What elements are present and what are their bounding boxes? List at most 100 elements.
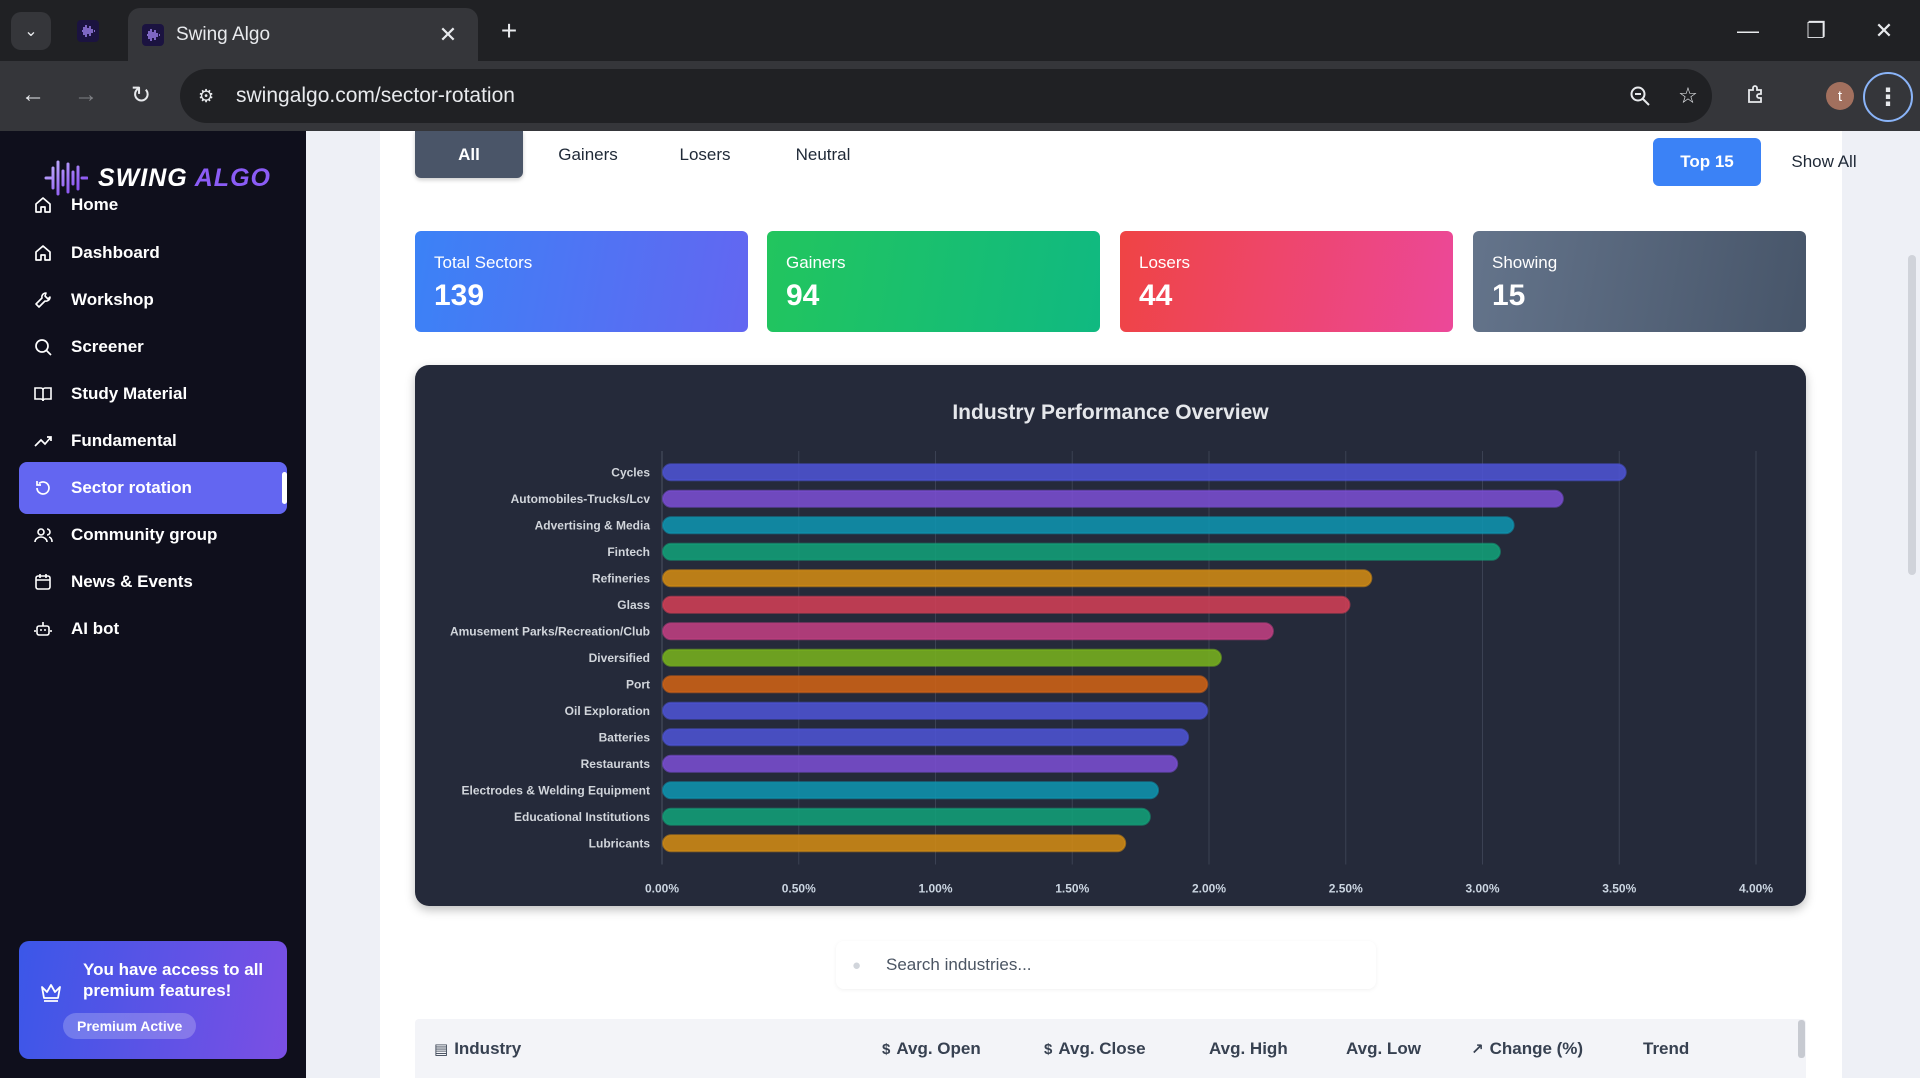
stat-label: Gainers: [786, 253, 846, 272]
column-header-avg-low[interactable]: Avg. Low: [1346, 1039, 1421, 1059]
forward-button[interactable]: →: [66, 75, 106, 115]
sidebar-item-sector-rotation[interactable]: Sector rotation: [19, 462, 287, 514]
category-label: Cycles: [611, 465, 650, 479]
tab-active[interactable]: Swing Algo ✕: [128, 8, 478, 61]
dollar-icon: $: [1044, 1040, 1053, 1058]
sidebar-item-study-material[interactable]: Study Material: [19, 368, 287, 420]
table-header: ▤ Industry $ Avg. Open $ Avg. Close Avg. Hi…: [415, 1019, 1806, 1078]
users-icon: [33, 525, 53, 545]
bar[interactable]: [662, 781, 1160, 800]
stat-card-showing: Showing 15: [1473, 231, 1806, 332]
bar[interactable]: [662, 701, 1209, 720]
filter-tab-gainers[interactable]: Gainers: [530, 131, 646, 178]
sidebar-item-screener[interactable]: Screener: [19, 321, 287, 373]
category-label: Diversified: [589, 651, 650, 665]
dollar-icon: $: [882, 1040, 891, 1058]
premium-text: You have access to all premium features!: [83, 960, 264, 1000]
bar[interactable]: [662, 728, 1190, 747]
column-header-avg-open[interactable]: $ Avg. Open: [882, 1039, 981, 1059]
sidebar-item-label: Dashboard: [71, 243, 160, 262]
sidebar-item-label: Fundamental: [71, 431, 177, 450]
bar[interactable]: [662, 569, 1373, 588]
bar[interactable]: [662, 648, 1222, 667]
page-scrollbar[interactable]: [1908, 255, 1916, 575]
bar[interactable]: [662, 807, 1151, 826]
search-box[interactable]: ●: [836, 941, 1376, 989]
category-label: Glass: [617, 598, 650, 612]
site-settings-icon[interactable]: ⚙: [198, 86, 226, 107]
sidebar-item-home[interactable]: Home: [19, 179, 287, 231]
main-content: All Gainers Losers Neutral Top 15 Show A…: [306, 131, 1920, 1078]
category-label: Educational Institutions: [514, 810, 650, 824]
search-input[interactable]: [886, 955, 1366, 975]
new-tab-button[interactable]: +: [492, 14, 526, 48]
stat-value: 44: [1139, 279, 1173, 312]
category-label: Lubricants: [589, 836, 651, 850]
rotate-icon: [33, 478, 53, 498]
x-tick-label: 2.00%: [1192, 882, 1226, 896]
show-all-button[interactable]: Show All: [1774, 138, 1874, 186]
tab-pinned[interactable]: [68, 14, 108, 48]
premium-badge: Premium Active: [63, 1013, 197, 1039]
restore-button[interactable]: ❐: [1782, 0, 1850, 61]
column-header-avg-high[interactable]: Avg. High: [1209, 1039, 1288, 1059]
column-header-change[interactable]: ↗ Change (%): [1471, 1039, 1583, 1059]
tab-search-dropdown[interactable]: ⌄: [11, 12, 51, 50]
filter-tab-losers[interactable]: Losers: [646, 131, 764, 178]
bookmark-star-icon[interactable]: ☆: [1664, 83, 1712, 109]
avatar: t: [1826, 82, 1854, 110]
zoom-icon[interactable]: [1616, 85, 1664, 107]
bar[interactable]: [662, 754, 1179, 773]
reload-button[interactable]: ↻: [121, 75, 161, 115]
category-label: Advertising & Media: [535, 518, 651, 532]
bar[interactable]: [662, 595, 1351, 614]
profile-button[interactable]: t: [1820, 75, 1860, 117]
filter-tab-neutral[interactable]: Neutral: [764, 131, 882, 178]
column-header-trend[interactable]: Trend: [1643, 1039, 1689, 1059]
table-scrollbar[interactable]: [1798, 1020, 1805, 1058]
minimize-button[interactable]: —: [1714, 0, 1782, 61]
stat-label: Losers: [1139, 253, 1191, 272]
home-icon: [33, 195, 53, 215]
sidebar-item-community-group[interactable]: Community group: [19, 509, 287, 561]
bar[interactable]: [662, 542, 1501, 561]
top-15-button[interactable]: Top 15: [1653, 138, 1761, 186]
puzzle-icon: [1745, 83, 1767, 110]
book-icon: [33, 384, 53, 404]
bar[interactable]: [662, 489, 1564, 508]
sidebar: SWING ALGO Home Dashboard Workshop Screener…: [0, 131, 306, 1078]
extensions-button[interactable]: [1734, 75, 1778, 117]
bar[interactable]: [662, 834, 1127, 853]
close-icon: ✕: [1874, 17, 1894, 43]
close-icon[interactable]: ✕: [434, 22, 462, 48]
industry-performance-chart: Industry Performance Overview 0.00% 0.50%…: [415, 365, 1806, 906]
browser-menu-button[interactable]: ⋮: [1862, 71, 1914, 123]
sidebar-item-dashboard[interactable]: Dashboard: [19, 227, 287, 279]
sidebar-item-label: Home: [71, 195, 119, 214]
address-bar[interactable]: ⚙ swingalgo.com/sector-rotation ☆: [180, 69, 1712, 123]
sidebar-item-workshop[interactable]: Workshop: [19, 274, 287, 326]
restore-icon: ❐: [1806, 17, 1826, 43]
back-button[interactable]: ←: [13, 75, 53, 115]
category-label: Restaurants: [581, 757, 651, 771]
sidebar-item-ai-bot[interactable]: AI bot: [19, 603, 287, 655]
x-tick-label: 0.50%: [782, 882, 816, 896]
trending-up-icon: [33, 431, 53, 451]
calendar-icon: [33, 572, 53, 592]
bar[interactable]: [662, 516, 1515, 535]
filter-tab-all[interactable]: All: [415, 131, 523, 178]
bar[interactable]: [662, 622, 1274, 641]
column-header-avg-close[interactable]: $ Avg. Close: [1044, 1039, 1146, 1059]
bar[interactable]: [662, 675, 1209, 694]
bar[interactable]: [662, 463, 1627, 482]
sidebar-item-fundamental[interactable]: Fundamental: [19, 415, 287, 467]
sidebar-item-news-events[interactable]: News & Events: [19, 556, 287, 608]
stat-value: 139: [434, 279, 485, 312]
stat-card-losers: Losers 44: [1120, 231, 1453, 332]
tab-title: Swing Algo: [176, 23, 271, 45]
close-window-button[interactable]: ✕: [1850, 0, 1918, 61]
plus-icon: +: [500, 15, 518, 46]
url-text[interactable]: swingalgo.com/sector-rotation: [236, 84, 1616, 108]
column-header-industry[interactable]: ▤ Industry: [434, 1039, 521, 1059]
category-label: Automobiles-Trucks/Lcv: [511, 492, 651, 506]
